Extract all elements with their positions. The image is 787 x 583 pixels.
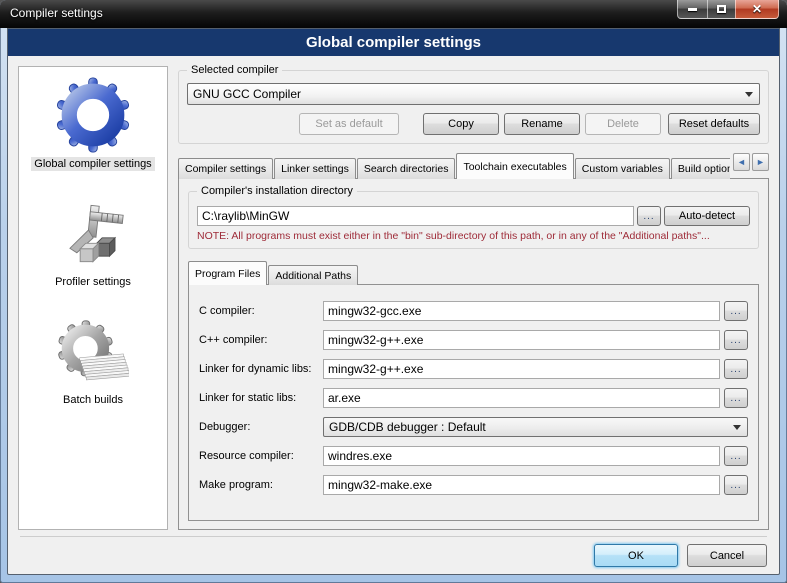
minimize-icon xyxy=(688,8,697,11)
program-files-tabstrip: Program FilesAdditional Paths xyxy=(188,261,759,285)
compiler-select-value: GNU GCC Compiler xyxy=(193,87,301,101)
selected-compiler-legend: Selected compiler xyxy=(187,64,282,76)
inner-tabs-scroller: Program FilesAdditional Paths xyxy=(188,259,759,285)
sidebar-item-label: Profiler settings xyxy=(52,275,134,289)
c-compiler-label: C compiler: xyxy=(199,305,323,317)
caliper-icon xyxy=(60,201,126,271)
c-compiler-input[interactable] xyxy=(323,301,720,321)
sidebar-item-global-compiler-settings[interactable]: Global compiler settings xyxy=(31,77,154,171)
browse-path-button[interactable]: ... xyxy=(637,206,661,226)
installation-note: NOTE: All programs must exist either in … xyxy=(197,230,750,242)
arrow-left-icon: ◄ xyxy=(737,157,746,167)
copy-button[interactable]: Copy xyxy=(423,113,499,135)
dialog-body: Global compiler settings xyxy=(8,56,779,530)
make-program-row: Make program:... xyxy=(199,475,748,495)
main-panel: Selected compiler GNU GCC Compiler Set a… xyxy=(178,66,769,530)
gray-gear-stack-icon xyxy=(57,319,129,389)
program-files-panel: C compiler:...C++ compiler:...Linker for… xyxy=(188,284,759,521)
debugger-select-value: GDB/CDB debugger : Default xyxy=(329,420,486,434)
tab-scroll-left-button[interactable]: ◄ xyxy=(733,153,750,171)
chevron-down-icon xyxy=(745,92,753,97)
tab-search-directories[interactable]: Search directories xyxy=(357,158,456,179)
compiler-button-row: Set as default CopyRenameDelete Reset defa… xyxy=(187,113,760,135)
tab-compiler-settings[interactable]: Compiler settings xyxy=(178,158,273,179)
tabs-scroller: Compiler settingsLinker settingsSearch d… xyxy=(178,153,730,179)
cancel-button[interactable]: Cancel xyxy=(687,544,767,567)
cpp-compiler-browse-button[interactable]: ... xyxy=(724,330,748,350)
c-compiler-browse-button[interactable]: ... xyxy=(724,301,748,321)
settings-tabstrip: Compiler settingsLinker settingsSearch d… xyxy=(178,153,769,179)
tab-custom-variables[interactable]: Custom variables xyxy=(575,158,670,179)
linker-dynamic-label: Linker for dynamic libs: xyxy=(199,363,323,375)
tab-program-files[interactable]: Program Files xyxy=(188,261,267,285)
resource-compiler-row: Resource compiler:... xyxy=(199,446,748,466)
installation-directory-group: Compiler's installation directory ... Au… xyxy=(188,191,759,249)
sidebar-item-label: Global compiler settings xyxy=(31,157,154,171)
linker-static-label: Linker for static libs: xyxy=(199,392,323,404)
cpp-compiler-row: C++ compiler:... xyxy=(199,330,748,350)
tab-toolchain-executables[interactable]: Toolchain executables xyxy=(456,153,573,179)
linker-dynamic-browse-button[interactable]: ... xyxy=(724,359,748,379)
linker-dynamic-row: Linker for dynamic libs:... xyxy=(199,359,748,379)
auto-detect-button[interactable]: Auto-detect xyxy=(664,206,750,226)
debugger-row: Debugger: GDB/CDB debugger : Default xyxy=(199,417,748,437)
close-icon: ✕ xyxy=(752,3,762,15)
linker-dynamic-input[interactable] xyxy=(323,359,720,379)
chevron-down-icon xyxy=(733,425,741,430)
make-program-input[interactable] xyxy=(323,475,720,495)
debugger-select[interactable]: GDB/CDB debugger : Default xyxy=(323,417,748,437)
resource-compiler-label: Resource compiler: xyxy=(199,450,323,462)
sidebar-item-profiler-settings[interactable]: Profiler settings xyxy=(52,201,134,289)
settings-sidebar: Global compiler settings xyxy=(18,66,168,530)
tab-linker-settings[interactable]: Linker settings xyxy=(274,158,356,179)
toolchain-executables-panel: Compiler's installation directory ... Au… xyxy=(178,178,769,530)
reset-defaults-button[interactable]: Reset defaults xyxy=(668,113,760,135)
debugger-label: Debugger: xyxy=(199,421,323,433)
minimize-button[interactable] xyxy=(677,0,707,19)
make-program-label: Make program: xyxy=(199,479,323,491)
window-title: Compiler settings xyxy=(10,6,103,20)
compiler-settings-window: Compiler settings ✕ Global compiler sett… xyxy=(0,0,787,583)
maximize-icon xyxy=(717,5,726,13)
blue-gear-icon xyxy=(55,77,131,153)
installation-directory-legend: Compiler's installation directory xyxy=(197,185,357,197)
selected-compiler-group: Selected compiler GNU GCC Compiler Set a… xyxy=(178,70,769,144)
c-compiler-row: C compiler:... xyxy=(199,301,748,321)
dialog-client: Global compiler settings xyxy=(7,28,780,575)
arrow-right-icon: ► xyxy=(756,157,765,167)
make-program-browse-button[interactable]: ... xyxy=(724,475,748,495)
tab-scroll-right-button[interactable]: ► xyxy=(752,153,769,171)
tab-build-options[interactable]: Build options xyxy=(671,158,730,179)
linker-static-row: Linker for static libs:... xyxy=(199,388,748,408)
resource-compiler-input[interactable] xyxy=(323,446,720,466)
sidebar-item-batch-builds[interactable]: Batch builds xyxy=(57,319,129,407)
cpp-compiler-input[interactable] xyxy=(323,330,720,350)
page-title: Global compiler settings xyxy=(8,29,779,56)
sidebar-item-label: Batch builds xyxy=(60,393,126,407)
tab-scroll-buttons: ◄ ► xyxy=(733,153,769,171)
installation-path-row: ... Auto-detect xyxy=(197,206,750,226)
delete-button: Delete xyxy=(585,113,661,135)
set-as-default-button: Set as default xyxy=(299,113,399,135)
compiler-select[interactable]: GNU GCC Compiler xyxy=(187,83,760,105)
close-button[interactable]: ✕ xyxy=(735,0,779,19)
caption-buttons: ✕ xyxy=(677,0,779,19)
rename-button[interactable]: Rename xyxy=(504,113,580,135)
installation-path-input[interactable] xyxy=(197,206,634,226)
cpp-compiler-label: C++ compiler: xyxy=(199,334,323,346)
dialog-footer: OK Cancel xyxy=(20,536,767,574)
maximize-button[interactable] xyxy=(707,0,735,19)
linker-static-input[interactable] xyxy=(323,388,720,408)
linker-static-browse-button[interactable]: ... xyxy=(724,388,748,408)
titlebar[interactable]: Compiler settings ✕ xyxy=(0,0,787,28)
resource-compiler-browse-button[interactable]: ... xyxy=(724,446,748,466)
tab-additional-paths[interactable]: Additional Paths xyxy=(268,265,358,285)
ok-button[interactable]: OK xyxy=(594,544,678,567)
